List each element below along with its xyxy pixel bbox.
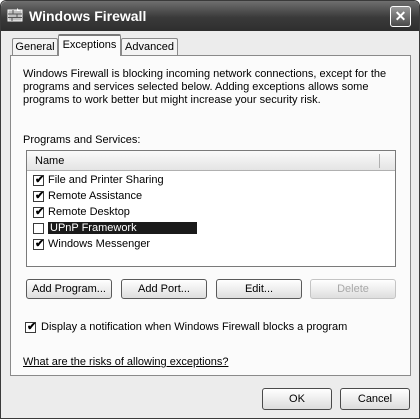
list-item-checkbox[interactable]: ✔ — [33, 190, 45, 202]
cancel-button[interactable]: Cancel — [340, 388, 410, 410]
checkmark-icon: ✔ — [35, 206, 45, 218]
tab-advanced-label: Advanced — [125, 41, 174, 53]
programs-label: Programs and Services: — [23, 134, 141, 146]
ok-button[interactable]: OK — [262, 388, 332, 410]
list-item-label: File and Printer Sharing — [48, 174, 164, 186]
list-header[interactable]: Name — [27, 151, 395, 171]
windows-firewall-dialog: Windows Firewall ✕ General Exceptions Ad… — [0, 0, 420, 419]
notification-checkbox[interactable]: ✔ — [25, 321, 37, 333]
edit-button[interactable]: Edit... — [216, 279, 302, 299]
description-text: Windows Firewall is blocking incoming ne… — [23, 68, 387, 106]
list-item[interactable]: ✔ Remote Desktop — [33, 205, 383, 221]
list-item[interactable]: ✔ File and Printer Sharing — [33, 173, 383, 189]
column-header-name[interactable]: Name — [35, 155, 64, 167]
notification-label: Display a notification when Windows Fire… — [41, 321, 348, 333]
list-item-label: Remote Assistance — [48, 190, 143, 202]
checkmark-icon: ✔ — [35, 174, 45, 186]
list-item[interactable]: ✔ Remote Assistance — [33, 189, 383, 205]
list-item-label: Windows Messenger — [48, 238, 151, 250]
tab-exceptions[interactable]: Exceptions — [58, 34, 121, 56]
title-bar[interactable]: Windows Firewall ✕ — [1, 1, 419, 31]
list-item-label: Remote Desktop — [48, 206, 130, 218]
checkmark-icon: ✔ — [35, 190, 45, 202]
window-title: Windows Firewall — [29, 8, 147, 24]
programs-list[interactable]: Name ✔ File and Printer Sharing ✔ Remote… — [26, 150, 396, 267]
list-item-checkbox[interactable]: ✔ — [33, 206, 45, 218]
list-item-selected[interactable]: UPnP Framework — [33, 221, 383, 237]
list-item[interactable]: ✔ Windows Messenger — [33, 237, 383, 253]
tab-general[interactable]: General — [12, 38, 58, 56]
list-item-checkbox[interactable] — [33, 223, 44, 234]
tab-general-label: General — [15, 41, 55, 53]
checkmark-icon: ✔ — [35, 238, 45, 250]
risks-link[interactable]: What are the risks of allowing exception… — [23, 356, 228, 368]
firewall-app-icon — [7, 8, 23, 22]
column-divider[interactable] — [379, 154, 380, 168]
list-item-label: UPnP Framework — [48, 222, 197, 234]
notification-option[interactable]: ✔ Display a notification when Windows Fi… — [25, 320, 405, 336]
add-program-button[interactable]: Add Program... — [26, 279, 112, 299]
tab-advanced[interactable]: Advanced — [121, 38, 178, 56]
list-item-checkbox[interactable]: ✔ — [33, 174, 45, 186]
list-item-checkbox[interactable]: ✔ — [33, 238, 45, 250]
checkmark-icon: ✔ — [27, 321, 37, 333]
close-icon: ✕ — [394, 8, 407, 24]
close-button[interactable]: ✕ — [390, 6, 411, 27]
add-port-button[interactable]: Add Port... — [121, 279, 207, 299]
delete-button[interactable]: Delete — [310, 279, 396, 299]
tab-exceptions-label: Exceptions — [62, 39, 117, 51]
